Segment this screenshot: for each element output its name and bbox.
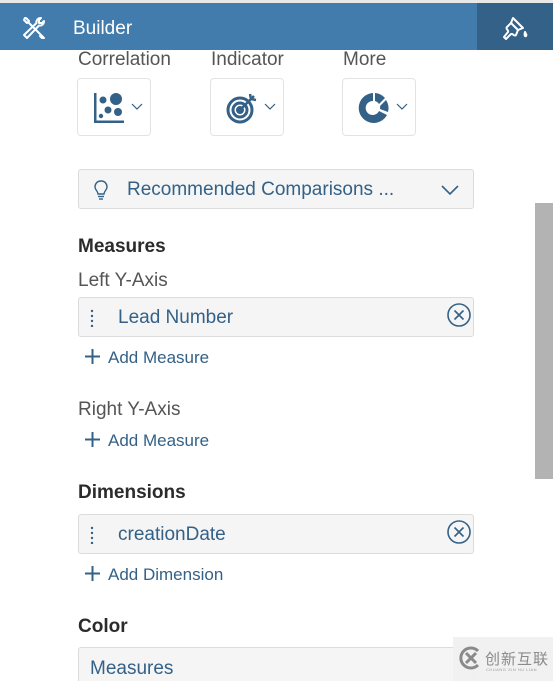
measures-heading: Measures <box>78 236 166 257</box>
add-measure-right-axis-link[interactable]: Add Measure <box>84 431 209 451</box>
chevron-down-icon <box>264 103 276 110</box>
drag-handle-icon[interactable] <box>89 526 95 544</box>
dimension-token-label: creationDate <box>118 524 226 545</box>
watermark-text-en: CHUANG XIN HU LIAN <box>486 667 538 672</box>
watermark-logo: 创新互联 CHUANG XIN HU LIAN <box>453 637 553 681</box>
plus-icon <box>85 432 100 447</box>
chevron-down-icon <box>396 103 408 110</box>
dimension-token-creationdate[interactable]: creationDate <box>78 514 474 554</box>
chevron-down-icon <box>131 103 143 110</box>
more-chart-dropdown[interactable] <box>342 78 416 136</box>
add-measure-left-axis-link[interactable]: Add Measure <box>84 348 209 368</box>
chart-type-label-correlation: Correlation <box>78 49 171 70</box>
watermark-text-cn: 创新互联 <box>485 650 550 668</box>
add-dimension-label: Add Dimension <box>108 565 224 584</box>
left-y-axis-label: Left Y-Axis <box>78 270 168 291</box>
add-measure-label: Add Measure <box>108 348 210 367</box>
dimensions-heading: Dimensions <box>78 482 186 503</box>
color-selector[interactable]: Measures <box>78 647 474 681</box>
measure-token-label: Lead Number <box>118 307 234 328</box>
remove-circle-icon[interactable] <box>446 302 472 328</box>
plus-icon <box>85 566 100 581</box>
recommended-comparisons-dropdown[interactable]: Recommended Comparisons ... <box>78 169 474 209</box>
scrollbar-thumb[interactable] <box>535 203 553 479</box>
watermark-logo-icon <box>459 646 480 670</box>
donut-chart-icon <box>358 93 389 123</box>
tools-icon <box>23 17 45 39</box>
styling-button[interactable] <box>477 3 553 50</box>
measure-token-lead-number[interactable]: Lead Number <box>78 297 474 337</box>
paintbrush-icon <box>503 17 528 40</box>
color-heading: Color <box>78 616 128 637</box>
chevron-down-icon <box>441 185 459 196</box>
chart-type-label-more: More <box>343 49 387 70</box>
add-measure-label: Add Measure <box>108 431 210 450</box>
chart-type-label-indicator: Indicator <box>211 49 284 70</box>
remove-circle-icon[interactable] <box>446 519 472 545</box>
drag-handle-icon[interactable] <box>89 309 95 327</box>
correlation-chart-dropdown[interactable] <box>77 78 151 136</box>
plus-icon <box>85 349 100 364</box>
builder-header: Builder <box>0 3 553 50</box>
target-icon <box>226 93 257 124</box>
panel-title: Builder <box>73 18 133 39</box>
right-y-axis-label: Right Y-Axis <box>78 399 181 420</box>
lightbulb-icon <box>94 180 108 200</box>
color-selector-value: Measures <box>90 658 174 679</box>
indicator-chart-dropdown[interactable] <box>210 78 284 136</box>
bubble-scatter-icon <box>94 93 124 123</box>
recommended-comparisons-label: Recommended Comparisons ... <box>127 179 395 200</box>
add-dimension-link[interactable]: Add Dimension <box>84 565 223 585</box>
